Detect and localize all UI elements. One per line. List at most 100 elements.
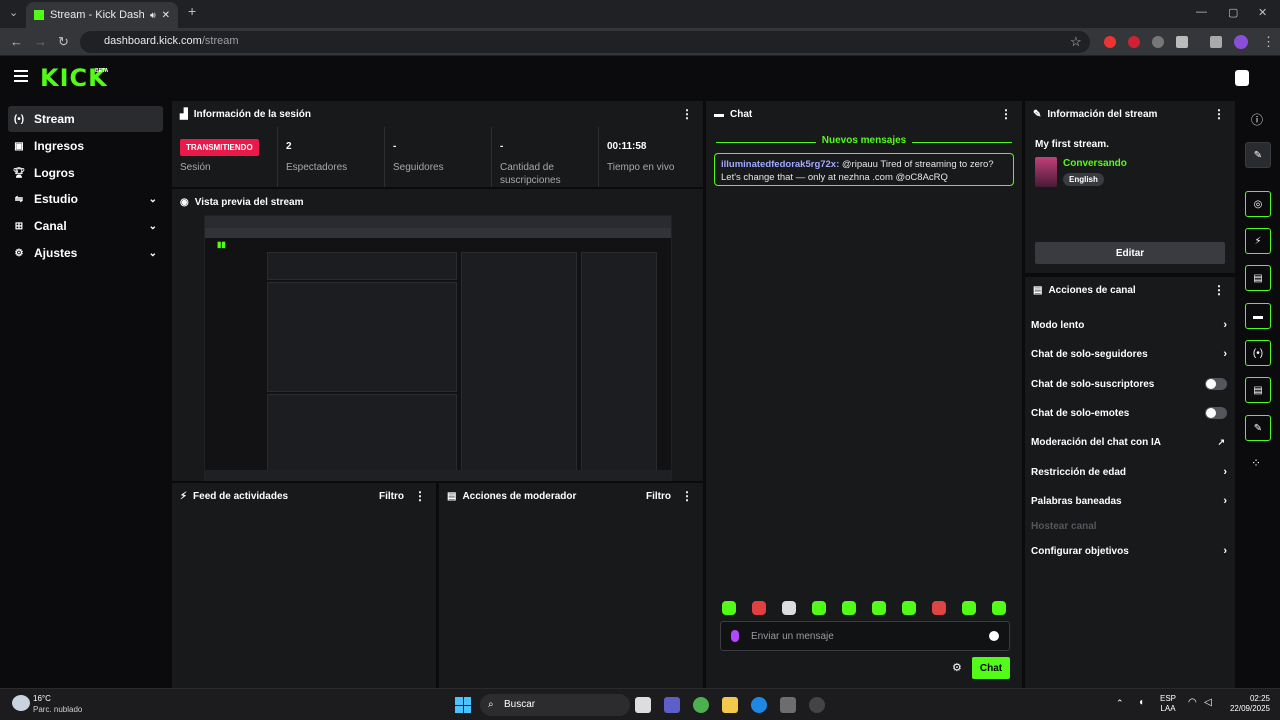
extensions-puzzle-icon[interactable] <box>1176 36 1188 48</box>
more-options-icon[interactable]: ⋮ <box>1213 107 1225 121</box>
sidebar-item-stream[interactable]: (•) Stream <box>8 106 163 132</box>
wifi-icon[interactable]: ◠ <box>1188 697 1197 708</box>
media-control-icon[interactable] <box>1210 36 1222 48</box>
more-options-icon[interactable]: ⋮ <box>1000 107 1012 121</box>
edit-stream-button[interactable]: Editar <box>1035 242 1225 264</box>
weather-cloud-icon[interactable] <box>12 695 30 711</box>
channel-action-banned-words[interactable]: Palabras baneadas › <box>1031 491 1227 511</box>
emote-icon[interactable] <box>812 601 826 615</box>
bookmark-star-icon[interactable]: ☆ <box>1070 34 1082 50</box>
browser-tab[interactable]: Stream - Kick Dashboard 🔊︎ ✕ <box>26 2 178 28</box>
channel-actions-panel: ▤ Acciones de canal ⋮ Modo lento › Chat … <box>1025 277 1235 688</box>
url-field[interactable]: dashboard.kick.com/stream <box>80 31 1090 53</box>
more-options-icon[interactable]: ⋮ <box>1213 283 1225 297</box>
windows-start-icon[interactable] <box>455 697 471 713</box>
more-options-icon[interactable]: ⋮ <box>681 107 693 121</box>
extension-red-icon[interactable] <box>1104 36 1116 48</box>
clock[interactable]: 02:25 22/09/2025 <box>1224 694 1270 714</box>
sidebar-item-ingresos[interactable]: ▣ Ingresos <box>8 133 163 159</box>
stat-value: - <box>500 141 504 152</box>
profile-avatar-icon[interactable] <box>1234 35 1248 49</box>
sidebar-item-logros[interactable]: 🏆︎ Logros <box>8 160 163 186</box>
weather-description[interactable]: Parc. nublado <box>33 705 82 714</box>
broadcast-widget-icon[interactable]: (•) <box>1245 340 1271 366</box>
stream-category[interactable]: Conversando <box>1063 158 1127 169</box>
chat-message[interactable]: illuminatedfedorak5rg72x: @ripauu Tired … <box>714 153 1014 186</box>
microphone-icon[interactable] <box>731 630 739 642</box>
channel-action-age-restriction[interactable]: Restricción de edad › <box>1031 462 1227 482</box>
tray-overflow-icon[interactable]: ⌃ <box>1116 698 1124 709</box>
edit-layout-icon[interactable]: ✎ <box>1245 142 1271 168</box>
emotes-only-toggle[interactable] <box>1205 407 1227 419</box>
forward-icon[interactable]: → <box>34 34 47 49</box>
emote-icon[interactable] <box>932 601 946 615</box>
new-messages-divider[interactable]: Nuevos mensajes <box>716 135 1012 149</box>
channel-action-set-goals[interactable]: Configurar objetivos › <box>1031 541 1227 561</box>
extension-record-icon[interactable] <box>1128 36 1140 48</box>
task-view-icon[interactable] <box>635 697 651 713</box>
filter-button[interactable]: Filtro <box>646 491 671 502</box>
file-explorer-icon[interactable] <box>722 697 738 713</box>
preview-widget-icon[interactable]: ◎ <box>1245 191 1271 217</box>
weather-temperature[interactable]: 16°C <box>33 694 51 703</box>
channel-action-ai-moderation[interactable]: Moderación del chat con IA ↗ <box>1031 432 1227 452</box>
new-tab-icon[interactable]: + <box>188 3 196 19</box>
language-indicator[interactable]: ESP LAA <box>1160 694 1176 714</box>
emote-icon[interactable] <box>902 601 916 615</box>
chrome-icon[interactable] <box>693 697 709 713</box>
more-options-icon[interactable]: ⋮ <box>414 489 426 503</box>
user-menu-icon[interactable] <box>1235 70 1249 86</box>
emote-icon[interactable] <box>992 601 1006 615</box>
close-window-icon[interactable]: ✕ <box>1258 6 1267 19</box>
stream-preview-video[interactable]: ▮▮ <box>204 215 672 481</box>
edge-icon[interactable] <box>751 697 767 713</box>
minimize-icon[interactable]: — <box>1196 6 1207 18</box>
activity-widget-icon[interactable]: ⚡︎ <box>1245 228 1271 254</box>
apps-icon[interactable]: ⁘ <box>1251 456 1261 470</box>
chat-settings-icon[interactable]: ⚙︎ <box>952 661 962 674</box>
teams-icon[interactable] <box>664 697 680 713</box>
emote-icon[interactable] <box>752 601 766 615</box>
close-tab-icon[interactable]: ✕ <box>162 10 170 21</box>
chat-input-box[interactable] <box>720 621 1010 651</box>
browser-menu-icon[interactable]: ⋮ <box>1262 34 1275 50</box>
volume-icon[interactable]: ◁ <box>1204 697 1212 708</box>
channel-action-host-channel: Hostear canal <box>1031 516 1227 536</box>
emoji-picker-icon[interactable] <box>989 631 999 641</box>
sidebar-item-estudio[interactable]: ⇋ Estudio ⌄ <box>8 186 163 212</box>
chat-username[interactable]: illuminatedfedorak5rg72x: <box>721 159 839 170</box>
wrench-widget-icon[interactable]: ✎ <box>1245 415 1271 441</box>
chat-send-button[interactable]: Chat <box>972 657 1010 679</box>
speaker-icon[interactable]: 🔊︎ <box>150 10 156 21</box>
sidebar-item-ajustes[interactable]: ⚙︎ Ajustes ⌄ <box>8 240 163 266</box>
info-icon[interactable]: ⓘ <box>1251 111 1263 128</box>
emote-icon[interactable] <box>722 601 736 615</box>
moderator-widget-icon[interactable]: ▤ <box>1245 265 1271 291</box>
tab-list-icon[interactable]: ⌄ <box>9 6 18 19</box>
app-icon[interactable] <box>780 697 796 713</box>
emote-icon[interactable] <box>842 601 856 615</box>
maximize-icon[interactable]: ▢ <box>1228 6 1238 19</box>
chat-widget-icon[interactable]: ▬ <box>1245 303 1271 329</box>
sidebar-item-canal[interactable]: ⊞ Canal ⌄ <box>8 213 163 239</box>
channel-actions-widget-icon[interactable]: ▤ <box>1245 377 1271 403</box>
stat-label: Sesión <box>180 162 211 173</box>
emote-icon[interactable] <box>872 601 886 615</box>
chevron-right-icon: › <box>1223 319 1227 331</box>
emote-icon[interactable] <box>782 601 796 615</box>
channel-action-followers-only[interactable]: Chat de solo-seguidores › <box>1031 344 1227 364</box>
subscribers-only-toggle[interactable] <box>1205 378 1227 390</box>
more-options-icon[interactable]: ⋮ <box>681 489 693 503</box>
channel-action-slow-mode[interactable]: Modo lento › <box>1031 315 1227 335</box>
back-icon[interactable]: ← <box>10 34 23 49</box>
obs-icon[interactable] <box>809 697 825 713</box>
hamburger-menu-icon[interactable] <box>14 70 28 82</box>
extension-shield-icon[interactable] <box>1152 36 1164 48</box>
microphone-tray-icon[interactable]: ◖ <box>1138 697 1144 708</box>
taskbar-search[interactable]: ⌕ Buscar <box>480 694 630 716</box>
reload-icon[interactable]: ↻ <box>58 34 69 50</box>
chevron-right-icon: › <box>1223 348 1227 360</box>
emote-icon[interactable] <box>962 601 976 615</box>
filter-button[interactable]: Filtro <box>379 491 404 502</box>
chat-message-input[interactable] <box>751 627 971 645</box>
